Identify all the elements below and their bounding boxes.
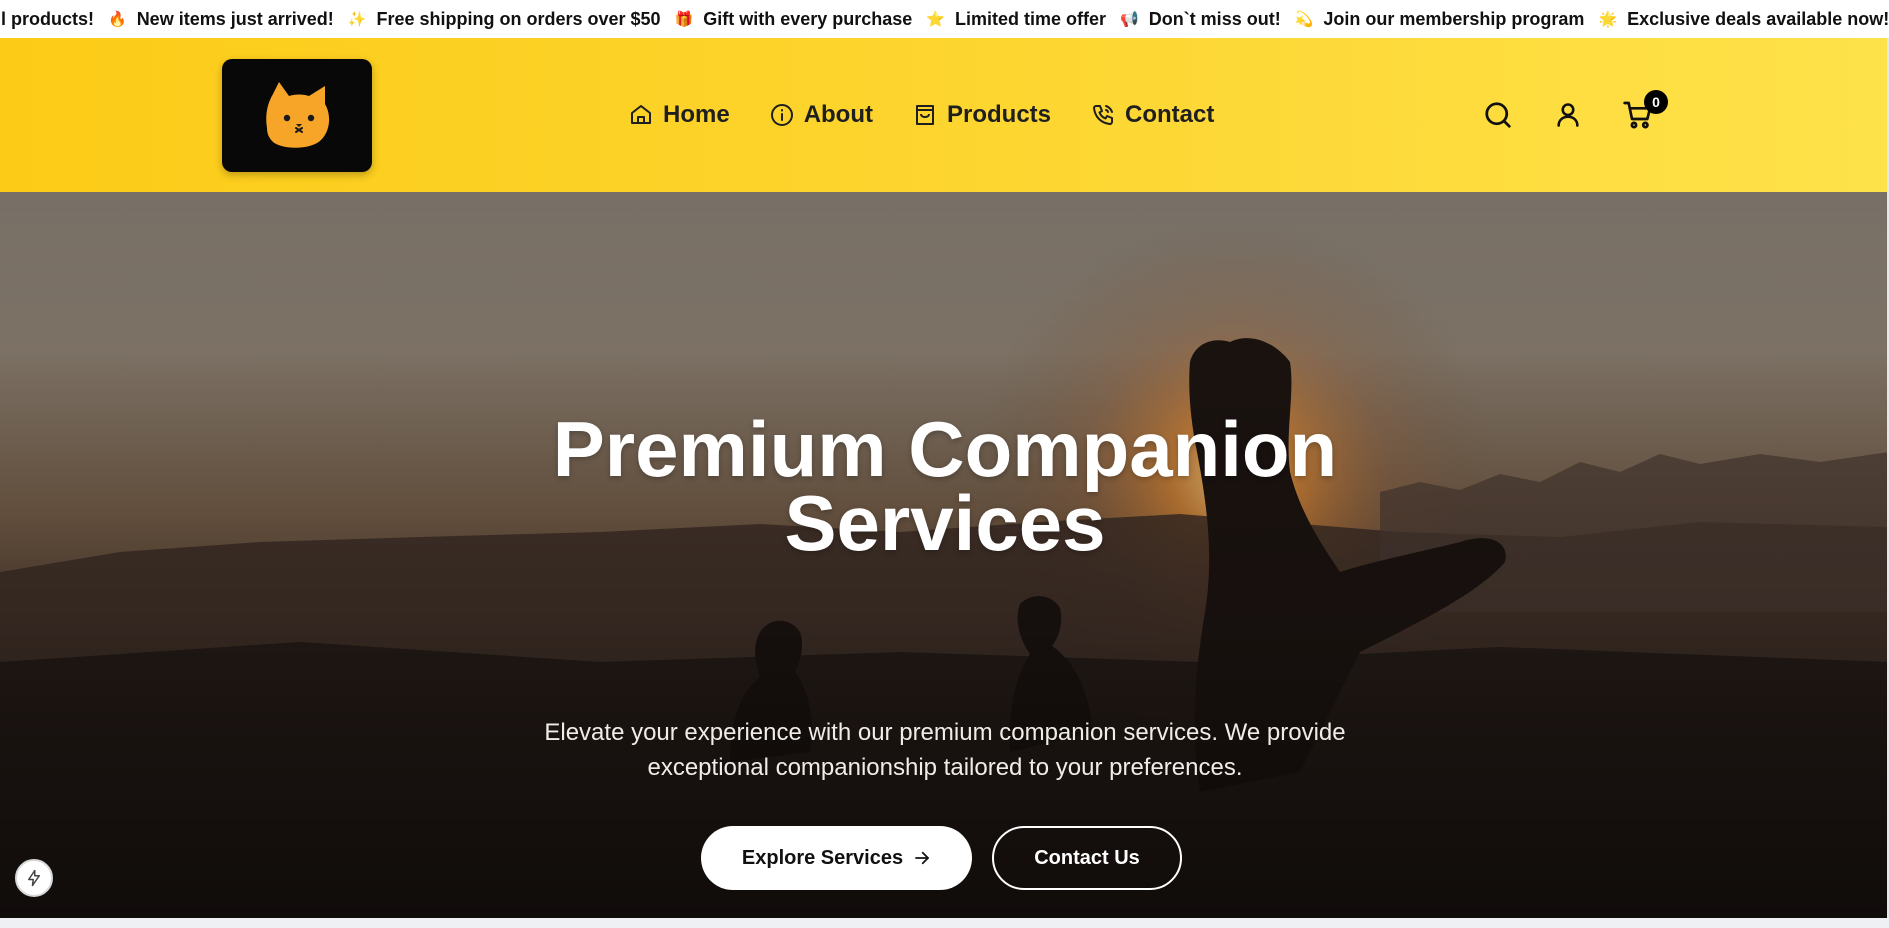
nav-contact[interactable]: Contact [1091,101,1214,129]
hero-subtitle: Elevate your experience with our premium… [480,715,1410,785]
bottom-strip [0,918,1889,928]
ticker-text: Exclusive deals available now! [1627,8,1889,29]
hero-title-line-2: Services [784,479,1106,567]
info-icon [770,104,793,126]
hero-subtitle-line-2: exceptional companionship tailored to yo… [647,754,1243,781]
search-icon [1485,102,1511,128]
ticker-item: 🎁 Gift with every purchase [675,9,913,30]
ticker-text: Limited time offer [955,8,1107,29]
page: ll products! 🔥 New items just arrived! ✨… [0,0,1889,928]
ticker-text: Gift with every purchase [703,8,913,29]
ticker-track: ll products! 🔥 New items just arrived! ✨… [0,0,1889,38]
site-header: Home About Products Contact 0 [0,38,1889,192]
arrow-right-icon [915,851,930,865]
ticker-text: Don`t miss out! [1148,8,1281,29]
megaphone-icon: 📢 [1120,11,1139,28]
quick-action-button[interactable] [15,859,53,897]
ticker-text: New items just arrived! [136,8,334,29]
header-actions: 0 [1478,90,1688,135]
main-nav: Home About Products Contact [629,96,1254,134]
nav-products-label: Products [947,101,1052,128]
ticker-item: 📢 Don`t miss out! [1120,9,1281,30]
nav-products[interactable]: Products [913,101,1051,129]
phone-icon [1093,105,1114,125]
announcement-ticker: ll products! 🔥 New items just arrived! ✨… [0,0,1889,38]
explore-services-label: Explore Services [741,846,904,869]
shopping-bag-icon [916,105,934,125]
logo[interactable] [222,59,372,172]
ticker-text: Join our membership program [1323,8,1585,29]
hero-section: Premium Companion Services Elevate your … [0,192,1889,918]
nav-contact-label: Contact [1125,101,1215,128]
dizzy-icon: 💫 [1294,11,1314,28]
nav-about[interactable]: About [770,101,873,129]
ticker-item: 💫 Join our membership program [1295,9,1585,30]
sparkles-icon: ✨ [347,11,367,28]
cart-count-badge: 0 [1644,90,1668,114]
glowing-star-icon: 🌟 [1598,11,1618,28]
star-icon: ⭐ [926,11,945,28]
cat-face-icon [266,81,330,148]
gift-icon: 🎁 [674,11,694,28]
lightning-icon [28,869,40,887]
contact-us-button[interactable]: Contact Us [992,826,1182,890]
explore-services-button[interactable]: Explore Services [701,826,972,890]
nav-home-label: Home [663,101,730,128]
nav-about-label: About [803,101,873,128]
search-button[interactable] [1478,95,1518,135]
hero-title: Premium Companion Services [445,410,1445,562]
ticker-item: ✨ Free shipping on orders over $50 [348,9,661,30]
nav-home[interactable]: Home [629,101,730,129]
ticker-item: ⭐ Limited time offer [926,9,1106,30]
ticker-item: 🔥 New items just arrived! [108,9,334,30]
ticker-text: Free shipping on orders over $50 [376,8,661,29]
cart-button[interactable]: 0 [1618,90,1668,135]
ticker-item: 🌟 Exclusive deals available now! [1598,9,1889,30]
contact-us-label: Contact Us [1034,846,1140,869]
home-icon [631,105,651,124]
user-icon [1557,103,1579,127]
fire-icon: 🔥 [108,11,127,28]
ticker-text: ll products! [0,8,94,29]
ticker-item: ll products! [0,9,94,30]
account-button[interactable] [1548,95,1588,135]
hero-subtitle-line-1: Elevate your experience with our premium… [544,719,1346,746]
